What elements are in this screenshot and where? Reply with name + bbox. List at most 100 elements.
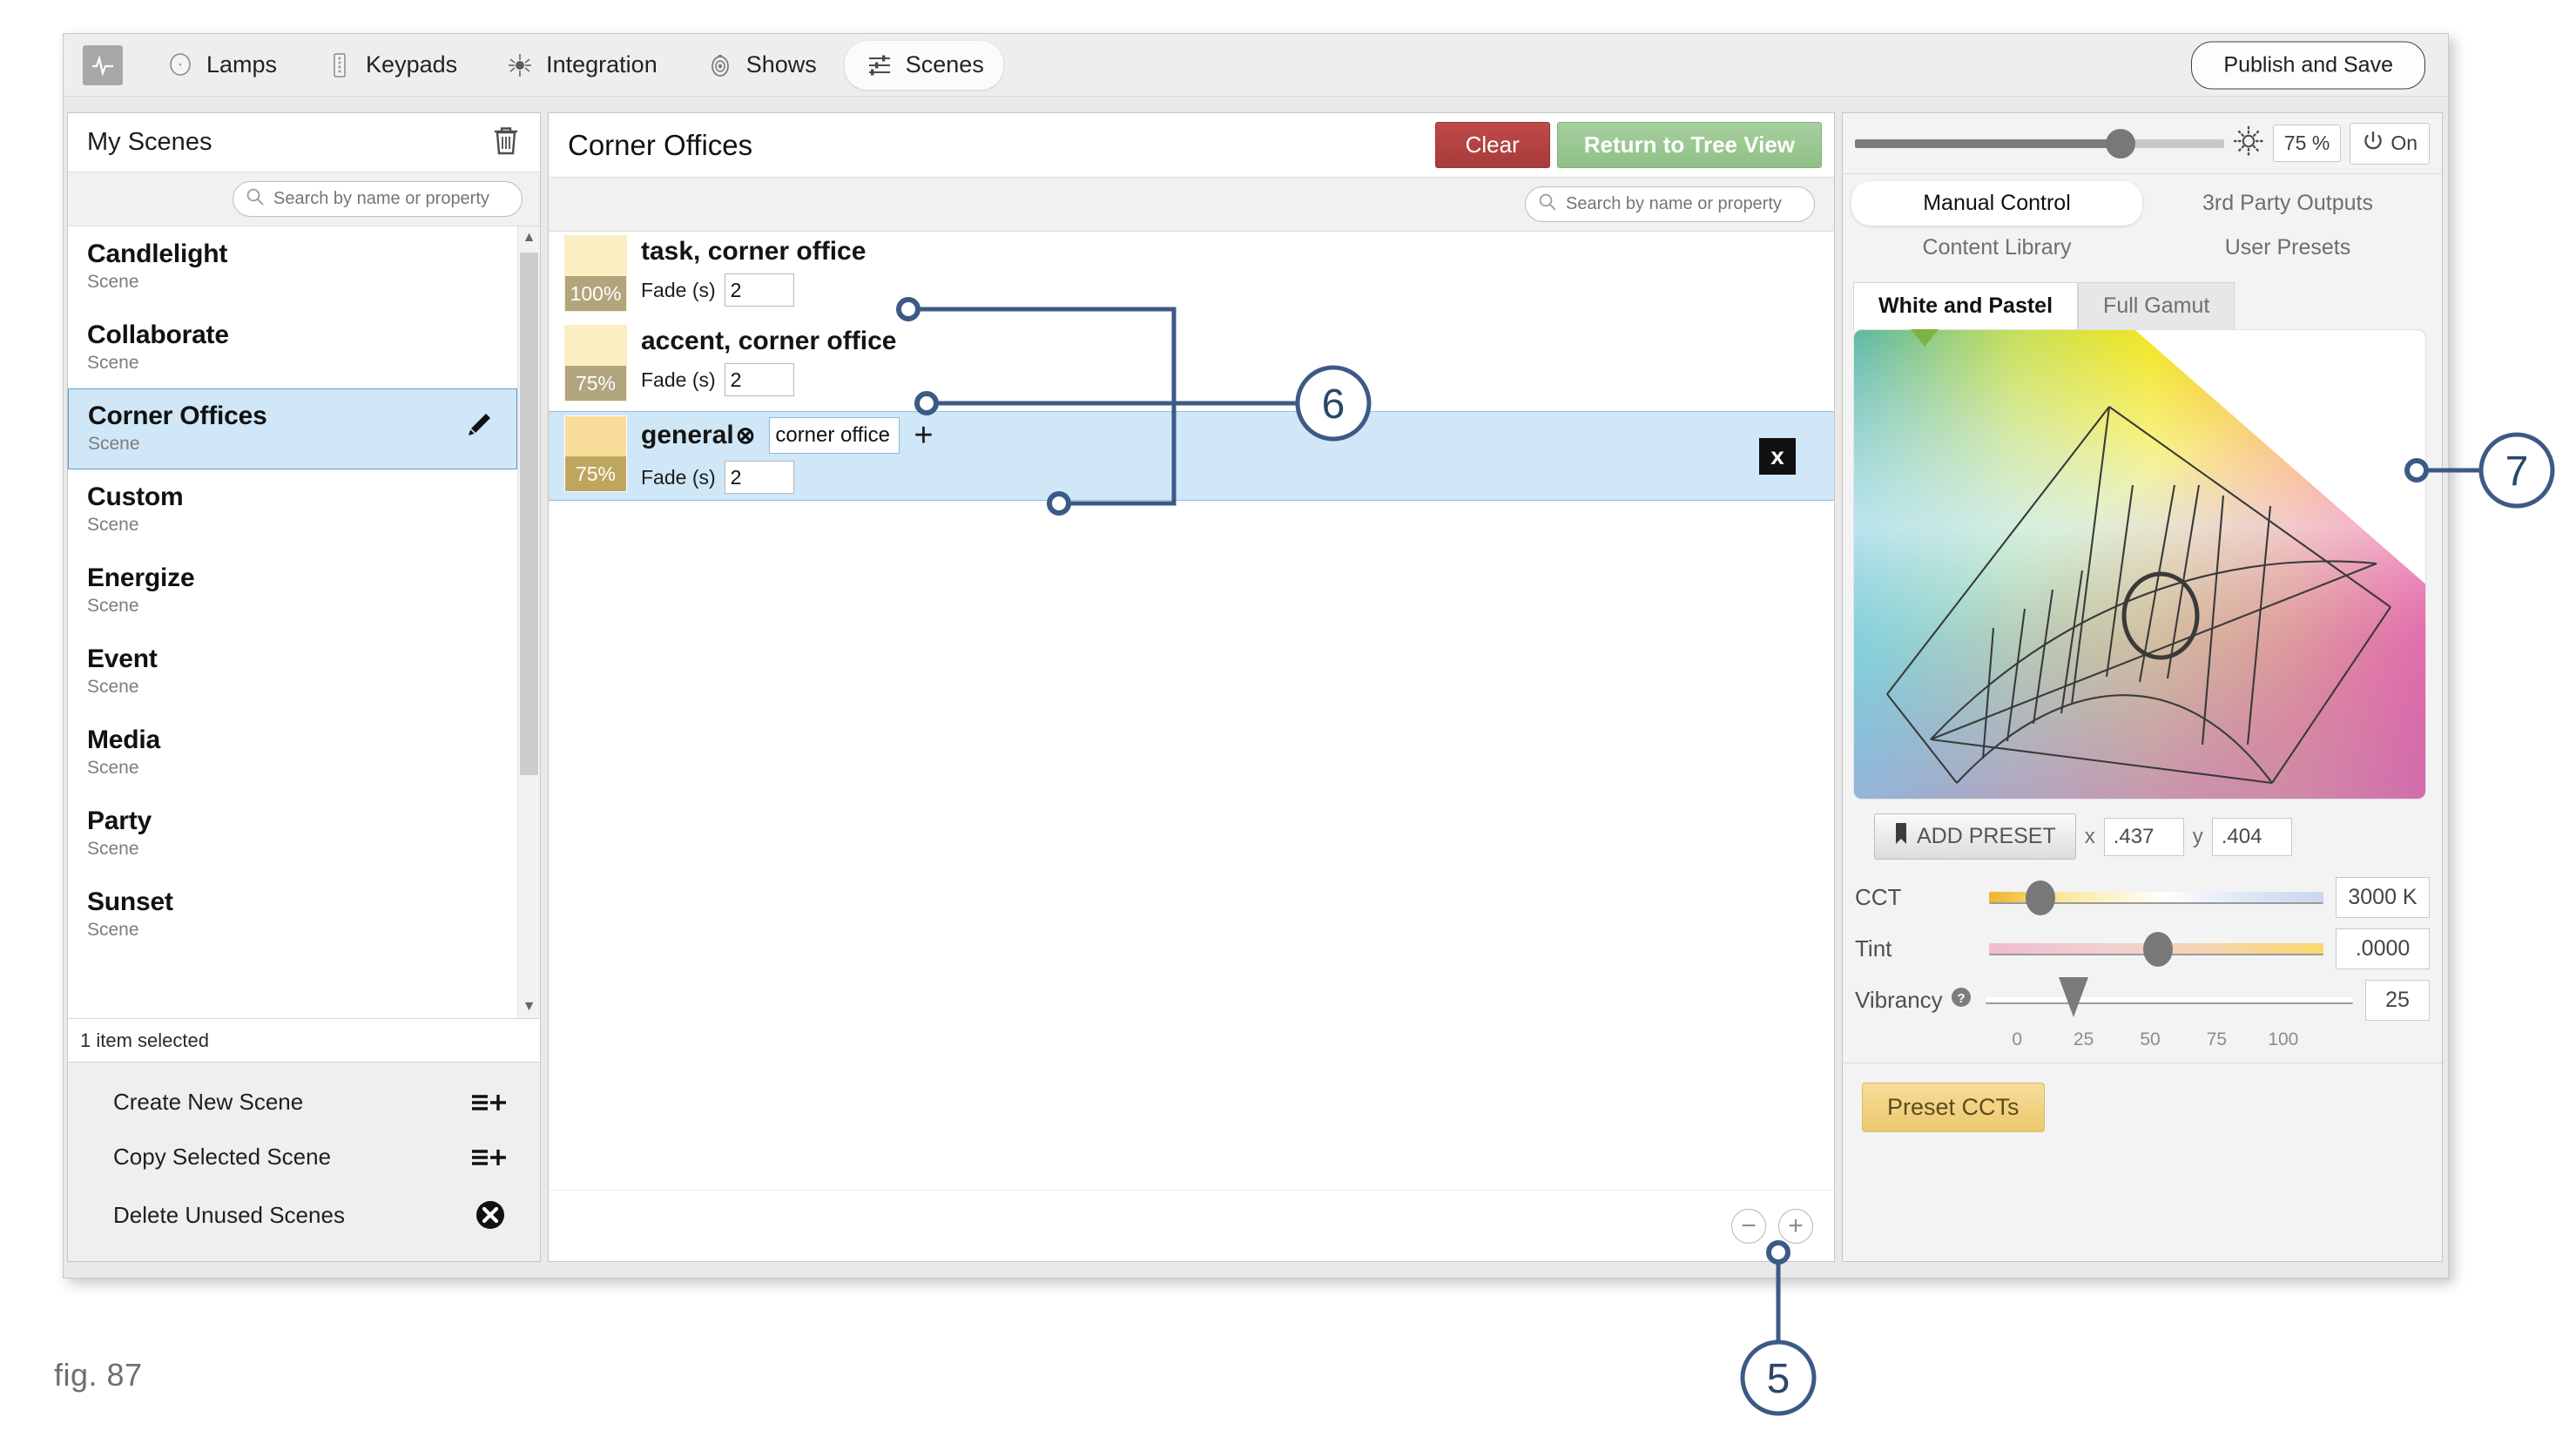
selection-status: 1 item selected: [68, 1018, 540, 1062]
gamut-wrap: [1843, 329, 2442, 800]
scroll-up-icon[interactable]: ▲: [518, 226, 540, 249]
scene-name: Event: [87, 644, 158, 673]
sidebar-search[interactable]: [233, 181, 523, 217]
tab-scenes-label: Scenes: [905, 51, 984, 78]
tint-slider-thumb[interactable]: [2142, 931, 2173, 967]
vibrancy-value[interactable]: 25: [2365, 980, 2430, 1021]
power-label: On: [2391, 132, 2418, 154]
scene-type: Scene: [87, 839, 139, 859]
callout-bubble-7: [2478, 432, 2555, 509]
scene-item-party[interactable]: Party Scene: [68, 793, 517, 874]
zoom-in-icon[interactable]: +: [1778, 1208, 1813, 1244]
slider-thumb[interactable]: [2106, 128, 2136, 159]
scrollbar-thumb[interactable]: [520, 253, 538, 775]
brightness-slider[interactable]: [1855, 128, 2224, 159]
tab-lamps[interactable]: Lamps: [145, 41, 296, 90]
list-add-icon: [470, 1144, 507, 1171]
tab-content-library[interactable]: Content Library: [1851, 226, 2142, 270]
trash-icon[interactable]: [491, 125, 521, 160]
vibrancy-tick: 75: [2206, 1029, 2228, 1049]
tab-shows[interactable]: Shows: [685, 41, 836, 90]
add-preset-button[interactable]: ADD PRESET: [1874, 813, 2076, 860]
cct-slider[interactable]: [1989, 880, 2323, 915]
sidebar-search-bar: [68, 172, 540, 226]
scene-item-corner-offices[interactable]: Corner Offices Scene: [68, 388, 517, 469]
tab-manual-control[interactable]: Manual Control: [1851, 181, 2142, 226]
close-box-icon[interactable]: x: [1759, 437, 1796, 475]
zone-name: accent, corner office: [641, 327, 897, 355]
preset-row: ADD PRESET x y: [1843, 800, 2442, 868]
circle-x-icon[interactable]: ⊗: [736, 423, 756, 448]
brightness-value[interactable]: 75 %: [2272, 125, 2342, 162]
fade-input[interactable]: [724, 273, 794, 307]
y-coord-input[interactable]: [2211, 817, 2292, 856]
tab-scenes[interactable]: Scenes: [844, 40, 1003, 90]
scroll-down-icon[interactable]: ▼: [518, 995, 540, 1018]
preset-ccts-button[interactable]: Preset CCTs: [1862, 1083, 2045, 1132]
zone-name-input[interactable]: [769, 417, 900, 454]
help-icon[interactable]: ?: [1950, 986, 1972, 1015]
center-search[interactable]: [1525, 186, 1815, 222]
tab-3rd-party-outputs[interactable]: 3rd Party Outputs: [2142, 181, 2433, 226]
brightness-icon: [2233, 125, 2264, 161]
center-search-input[interactable]: [1566, 194, 1797, 214]
sidebar-search-input[interactable]: [273, 189, 504, 209]
sidebar-title: My Scenes: [87, 128, 212, 156]
copy-selected-scene-button[interactable]: Copy Selected Scene: [68, 1130, 540, 1184]
zone-swatch[interactable]: 75%: [564, 415, 627, 492]
tab-white-and-pastel[interactable]: White and Pastel: [1853, 282, 2079, 329]
scene-item-candlelight[interactable]: Candlelight Scene: [68, 226, 517, 307]
top-toolbar: Lamps Keypads Integration Shows Scenes P…: [64, 34, 2448, 97]
cct-value[interactable]: 3000 K: [2336, 877, 2430, 918]
scene-item-collaborate[interactable]: Collaborate Scene: [68, 307, 517, 388]
sidebar-actions: Create New Scene Copy Selected Scene Del…: [68, 1062, 540, 1261]
vibrancy-slider[interactable]: [1986, 976, 2353, 1017]
delete-unused-scenes-button[interactable]: Delete Unused Scenes: [68, 1184, 540, 1245]
fade-label: Fade (s): [641, 278, 716, 301]
scene-list-scrollbar[interactable]: ▲ ▼: [517, 226, 540, 1018]
tab-keypads[interactable]: Keypads: [305, 41, 476, 90]
zone-swatch[interactable]: 75%: [564, 325, 627, 401]
scene-list-scroll: Candlelight Scene Collaborate Scene Corn…: [68, 226, 517, 1018]
sidebar-header: My Scenes: [68, 113, 540, 172]
fade-input[interactable]: [724, 461, 794, 494]
scene-name: Media: [87, 725, 161, 754]
scene-name: Collaborate: [87, 321, 229, 349]
scene-list: Candlelight Scene Collaborate Scene Corn…: [68, 226, 540, 1018]
pencil-icon[interactable]: [462, 408, 497, 448]
copy-selected-scene-label: Copy Selected Scene: [113, 1144, 332, 1170]
x-coord-input[interactable]: [2103, 817, 2184, 856]
scene-item-custom[interactable]: Custom Scene: [68, 469, 517, 550]
scene-item-energize[interactable]: Energize Scene: [68, 550, 517, 631]
tab-user-presets[interactable]: User Presets: [2142, 226, 2433, 270]
zone-swatch[interactable]: 100%: [564, 235, 627, 312]
clear-button[interactable]: Clear: [1434, 122, 1550, 168]
scene-item-event[interactable]: Event Scene: [68, 631, 517, 712]
zoom-out-icon[interactable]: −: [1731, 1208, 1766, 1244]
activity-pulse-icon[interactable]: [83, 44, 123, 85]
scene-item-media[interactable]: Media Scene: [68, 712, 517, 793]
vibrancy-slider-thumb[interactable]: [2059, 976, 2089, 1017]
scene-type: Scene: [87, 515, 139, 535]
table-row[interactable]: 75% general ⊗ +: [549, 411, 1834, 501]
cct-row: CCT 3000 K: [1855, 877, 2430, 918]
power-toggle[interactable]: On: [2350, 122, 2430, 165]
color-gamut-picker[interactable]: [1853, 329, 2426, 800]
fade-input[interactable]: [724, 363, 794, 396]
tab-shows-label: Shows: [745, 51, 817, 78]
gamut-surface[interactable]: [1854, 330, 2426, 800]
scene-item-sunset[interactable]: Sunset Scene: [68, 874, 517, 955]
tab-full-gamut[interactable]: Full Gamut: [2078, 282, 2235, 329]
tint-slider[interactable]: [1989, 931, 2323, 967]
cct-slider-thumb[interactable]: [2026, 880, 2056, 915]
tab-integration[interactable]: Integration: [485, 41, 677, 90]
publish-and-save-button[interactable]: Publish and Save: [2191, 41, 2425, 89]
plus-icon[interactable]: +: [914, 419, 933, 452]
return-to-tree-view-button[interactable]: Return to Tree View: [1556, 122, 1822, 168]
tint-value[interactable]: .0000: [2336, 928, 2430, 969]
table-row[interactable]: 100% task, corner office Fade (s): [549, 232, 1834, 321]
slider-track: [1986, 996, 2353, 1004]
create-new-scene-button[interactable]: Create New Scene: [68, 1075, 540, 1130]
table-row[interactable]: 75% accent, corner office Fade (s): [549, 321, 1834, 411]
zone-body: accent, corner office Fade (s): [627, 321, 896, 411]
